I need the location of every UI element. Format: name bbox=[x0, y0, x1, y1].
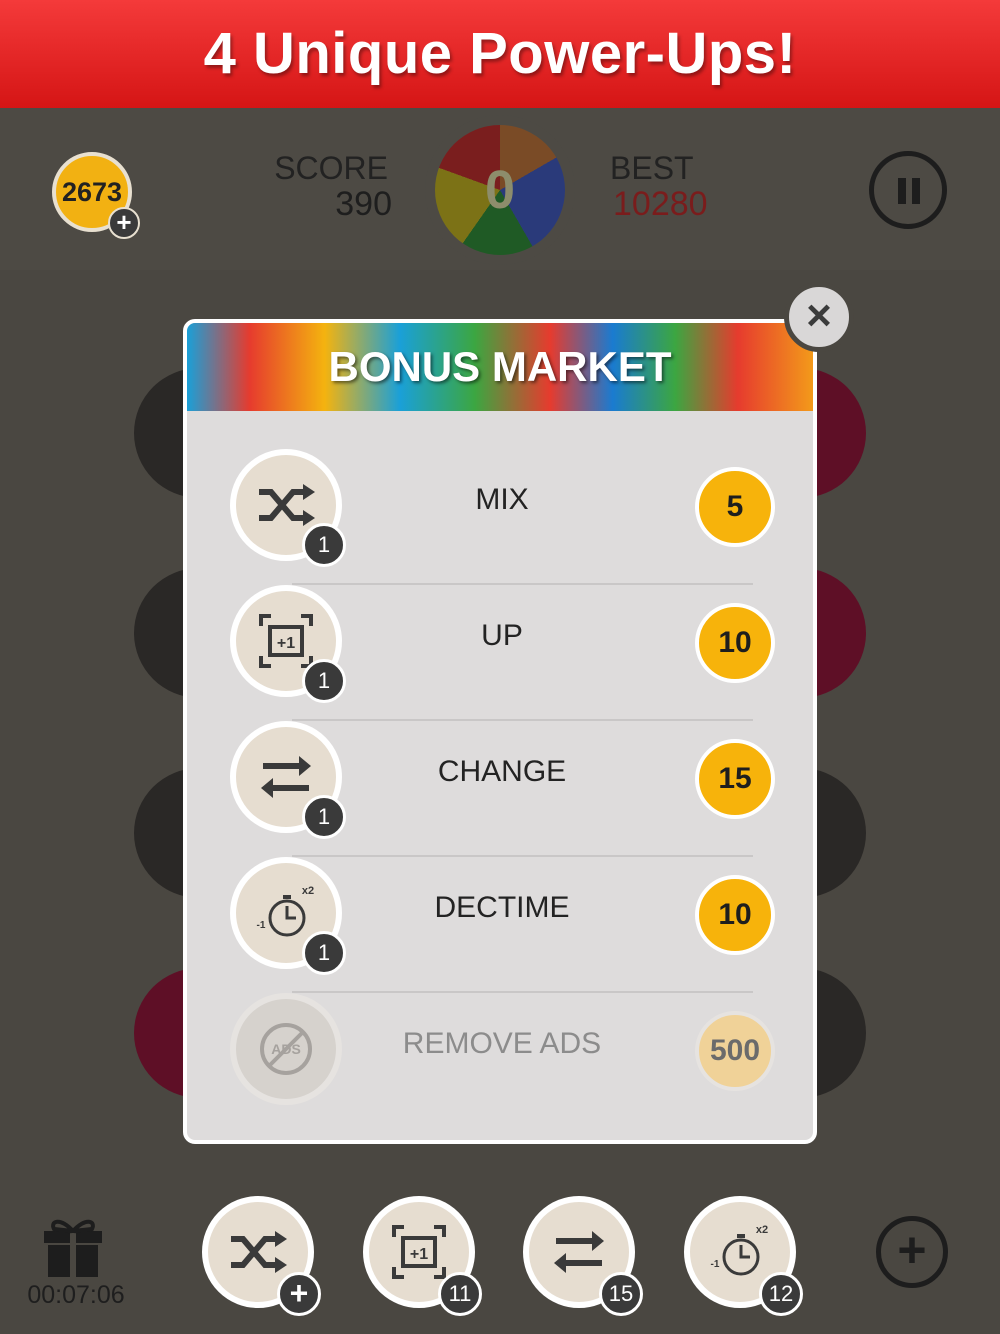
item-label: REMOVE ADS bbox=[402, 1027, 602, 1060]
owned-count-badge: 1 bbox=[302, 931, 346, 975]
no-ads-icon: ADS bbox=[230, 993, 342, 1105]
svg-text:-1: -1 bbox=[711, 1259, 720, 1270]
owned-count-badge: 1 bbox=[302, 523, 346, 567]
buy-price-button[interactable]: 10 bbox=[695, 875, 775, 955]
powerup-count-badge: 15 bbox=[599, 1272, 643, 1316]
pause-icon[interactable] bbox=[869, 151, 947, 229]
score-value: 390 bbox=[335, 185, 392, 223]
puzzle-badge-number: 0 bbox=[484, 160, 516, 220]
item-label: CHANGE bbox=[437, 755, 567, 788]
gift-icon[interactable] bbox=[40, 1215, 106, 1284]
dialog-title: BONUS MARKET bbox=[328, 343, 672, 390]
buy-price-button[interactable]: 500 bbox=[695, 1011, 775, 1091]
score-label: SCORE bbox=[274, 150, 388, 186]
svg-text:x2: x2 bbox=[302, 885, 314, 897]
item-label: UP bbox=[481, 619, 523, 652]
item-label: DECTIME bbox=[434, 891, 570, 924]
item-label: MIX bbox=[475, 483, 529, 516]
market-item-change[interactable]: 1 CHANGE 15 bbox=[187, 721, 813, 857]
svg-text:ADS: ADS bbox=[271, 1041, 301, 1057]
powerup-bar bbox=[0, 1166, 1000, 1334]
owned-count-badge: 1 bbox=[302, 795, 346, 839]
powerup-count-badge: 12 bbox=[759, 1272, 803, 1316]
owned-count-badge: 1 bbox=[302, 659, 346, 703]
add-coins-button[interactable]: + bbox=[108, 207, 140, 239]
powerup-count-badge: 11 bbox=[438, 1272, 482, 1316]
promo-banner-title: 4 Unique Power-Ups! bbox=[203, 21, 797, 86]
bonus-market-dialog: BONUS MARKET 1 MIX 5 +1 1 UP 10 1 CHANGE… bbox=[183, 319, 817, 1144]
svg-text:+1: +1 bbox=[277, 635, 295, 652]
svg-text:+1: +1 bbox=[410, 1246, 428, 1263]
market-item-mix[interactable]: 1 MIX 5 bbox=[187, 449, 813, 585]
add-powerup-badge[interactable]: + bbox=[277, 1272, 321, 1316]
buy-price-button[interactable]: 5 bbox=[695, 467, 775, 547]
best-label: BEST bbox=[610, 150, 694, 186]
market-item-up[interactable]: +1 1 UP 10 bbox=[187, 585, 813, 721]
best-value: 10280 bbox=[613, 185, 708, 223]
add-icon[interactable]: + bbox=[876, 1216, 948, 1288]
gift-timer: 00:07:06 bbox=[27, 1281, 125, 1309]
buy-price-button[interactable]: 15 bbox=[695, 739, 775, 819]
buy-price-button[interactable]: 10 bbox=[695, 603, 775, 683]
close-icon[interactable]: × bbox=[784, 282, 854, 352]
svg-text:x2: x2 bbox=[756, 1224, 768, 1236]
svg-text:-1: -1 bbox=[257, 920, 266, 931]
market-item-dectime[interactable]: x2 -1 1 DECTIME 10 bbox=[187, 857, 813, 993]
market-item-remove-ads[interactable]: ADS REMOVE ADS 500 bbox=[187, 993, 813, 1129]
